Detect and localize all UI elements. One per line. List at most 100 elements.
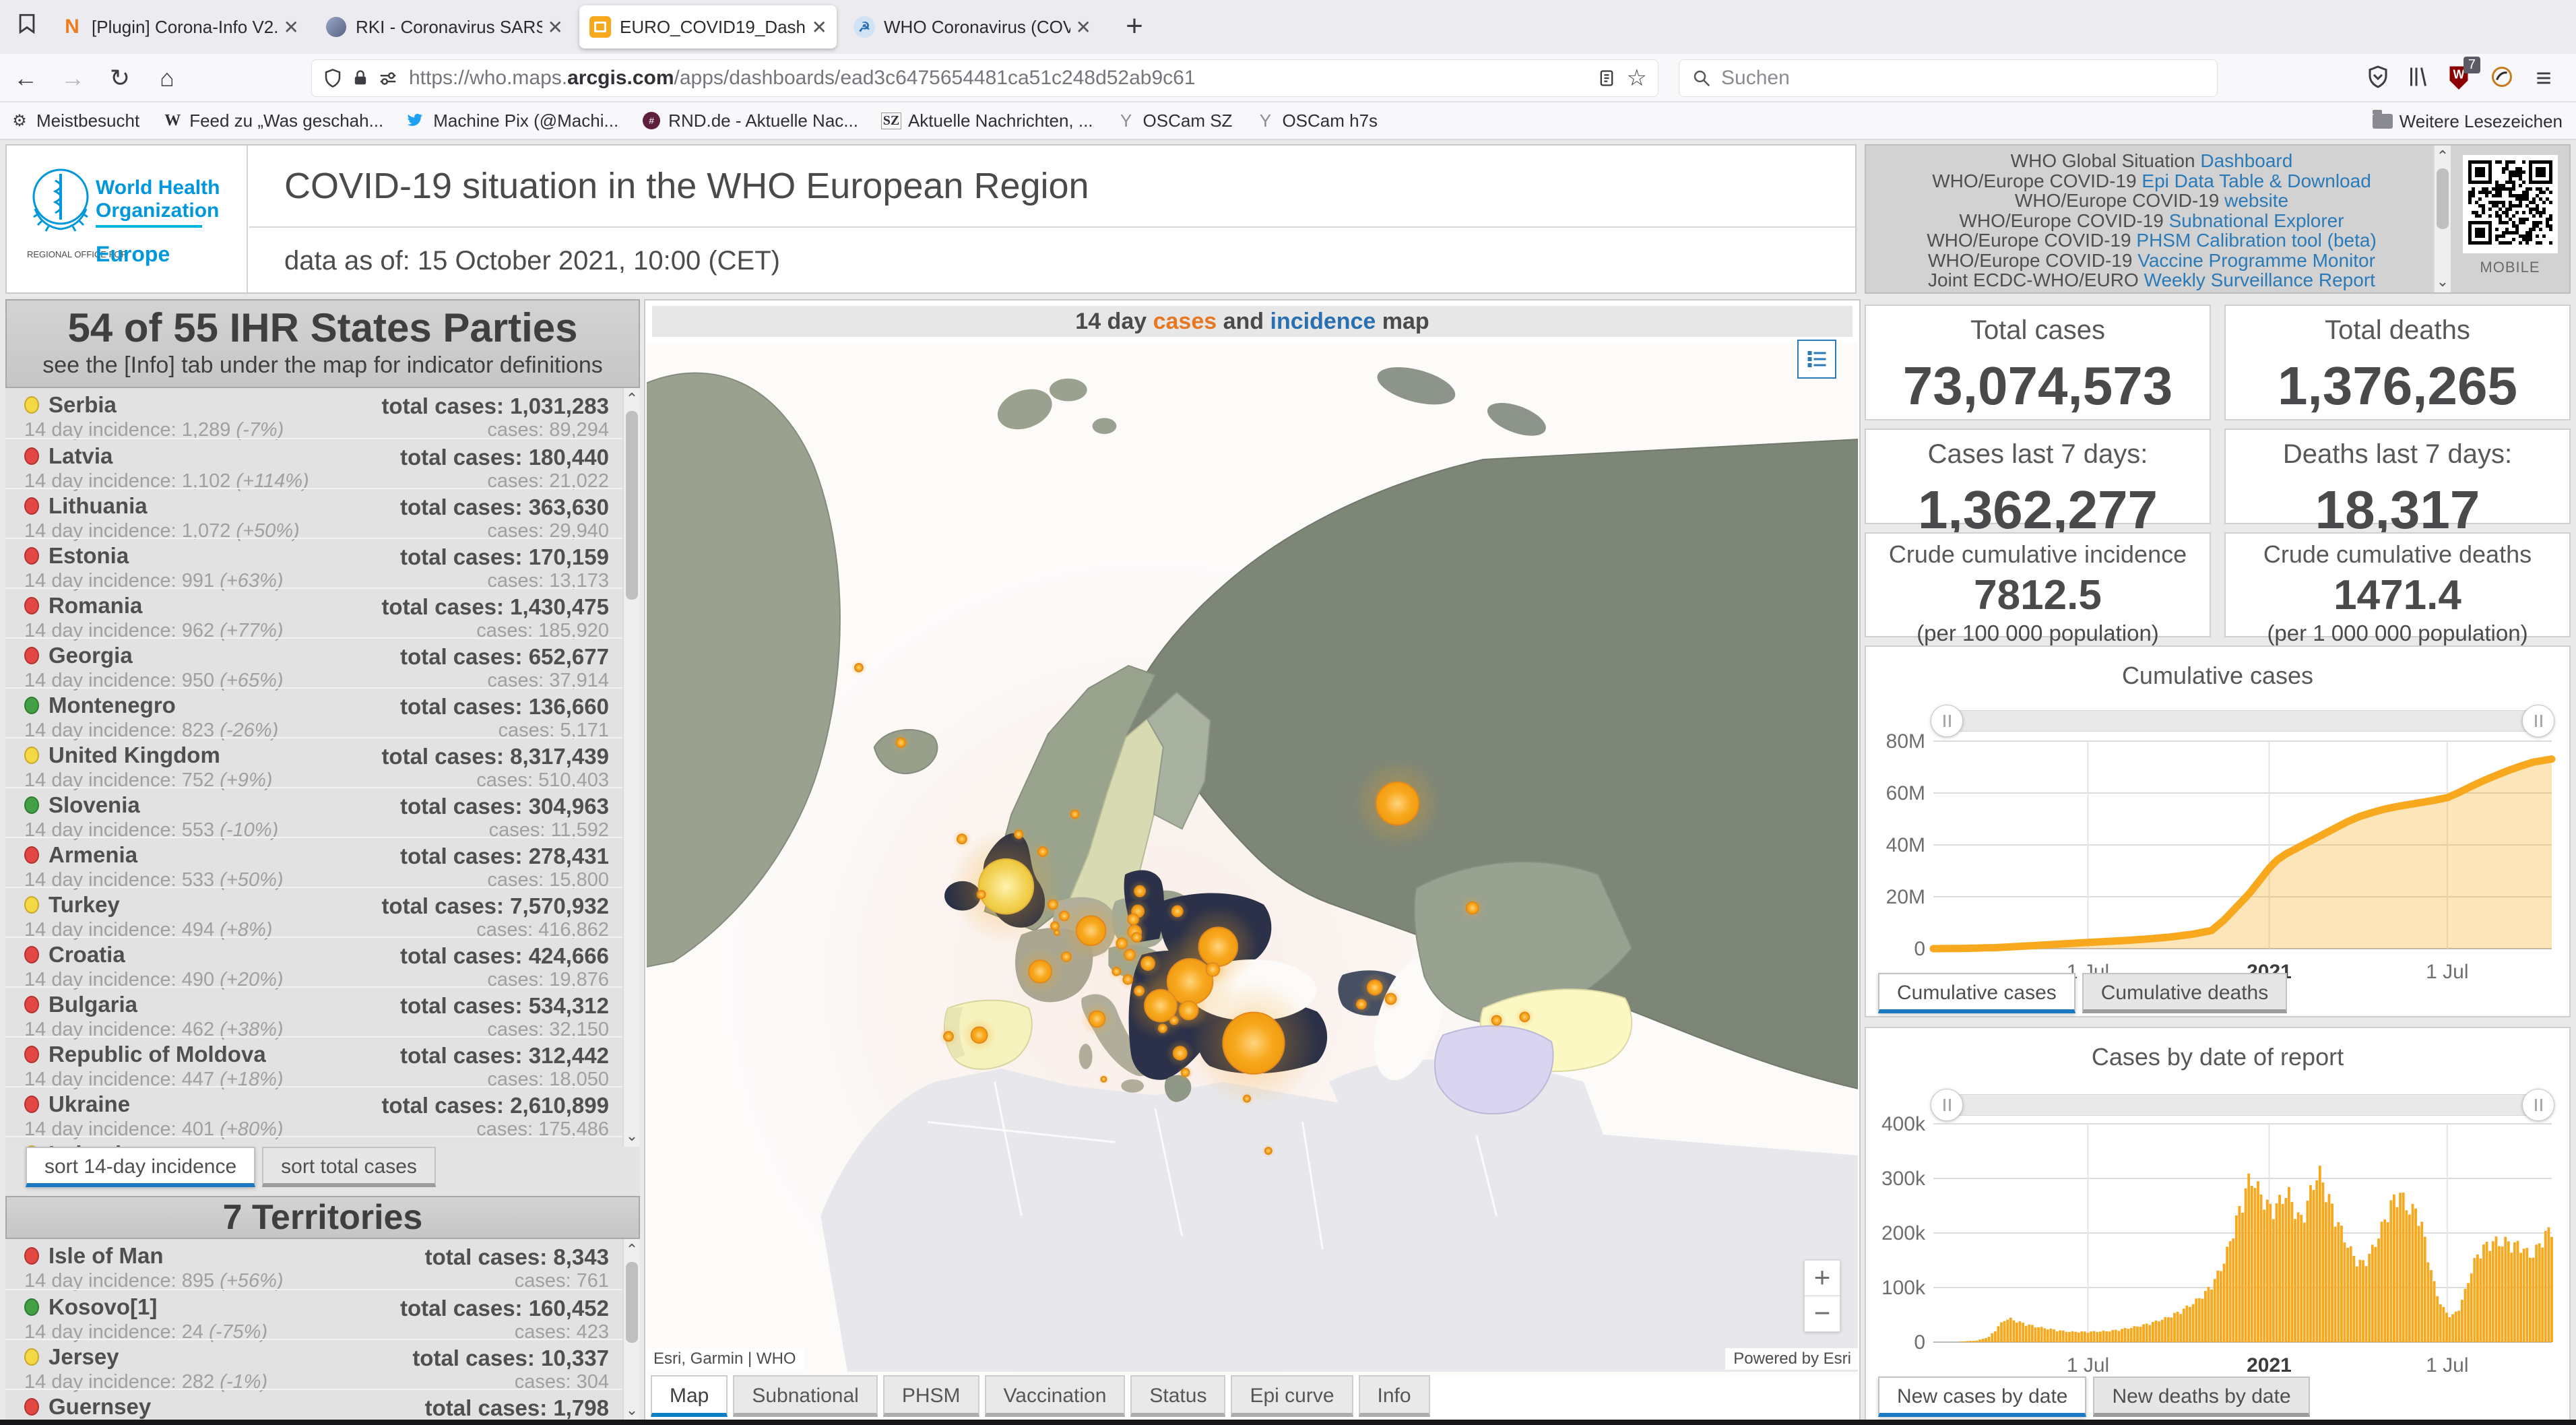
case-bubble[interactable] [1124, 949, 1135, 960]
pocket-icon[interactable] [2362, 63, 2394, 94]
case-bubble[interactable] [1062, 952, 1071, 961]
case-bubble[interactable] [1060, 911, 1069, 920]
zoom-out-button[interactable]: − [1804, 1296, 1840, 1332]
case-bubble[interactable] [1265, 1147, 1272, 1154]
scroll-down-icon[interactable]: ⌄ [624, 1399, 640, 1421]
case-bubble[interactable] [1015, 830, 1023, 838]
bookmark-item-7[interactable]: YOSCam h7s [1255, 110, 1378, 131]
map-tab-epi-curve[interactable]: Epi curve [1231, 1375, 1353, 1417]
case-bubble[interactable] [1141, 957, 1155, 970]
case-bubble[interactable] [1128, 914, 1138, 924]
more-bookmarks-button[interactable]: Weitere Lesezeichen [2373, 102, 2563, 140]
state-row[interactable]: Romania14 day incidence: 962 (+77%)total… [5, 588, 640, 637]
case-bubble[interactable] [1159, 1024, 1167, 1032]
wikipedia-extension-icon[interactable]: W 7 [2443, 63, 2475, 94]
case-bubble[interactable] [1054, 930, 1060, 935]
case-bubble[interactable] [957, 834, 967, 844]
tab-close-icon[interactable]: ✕ [812, 16, 827, 38]
tab-close-icon[interactable]: ✕ [548, 16, 563, 38]
browser-tab-3[interactable]: EURO_COVID19_Dashboard - P✕ [579, 5, 837, 49]
case-bubble[interactable] [1071, 810, 1079, 818]
territory-row[interactable]: Isle of Man14 day incidence: 895 (+56%)t… [5, 1239, 640, 1289]
case-bubble[interactable] [944, 1032, 953, 1041]
forward-button[interactable]: → [57, 62, 89, 94]
case-bubble[interactable] [1123, 975, 1132, 984]
case-bubble[interactable] [1520, 1012, 1529, 1021]
tracking-shield-icon[interactable] [323, 67, 343, 90]
menu-icon[interactable]: ≡ [2527, 63, 2560, 94]
zoom-in-button[interactable]: + [1804, 1260, 1840, 1296]
case-bubble[interactable] [1048, 900, 1058, 910]
firefox-view-icon[interactable] [12, 12, 42, 42]
case-bubble[interactable] [1134, 986, 1144, 996]
case-bubble[interactable] [1386, 994, 1396, 1005]
map-tab-phsm[interactable]: PHSM [883, 1375, 979, 1417]
scroll-down-icon[interactable]: ⌄ [624, 1125, 640, 1147]
new-tab-button[interactable]: + [1117, 9, 1152, 43]
resource-link[interactable]: website [2224, 190, 2288, 211]
bookmark-star-icon[interactable]: ☆ [1627, 65, 1647, 92]
case-bubble[interactable] [1170, 1016, 1178, 1024]
scroll-down-icon[interactable]: ⌄ [2435, 271, 2451, 292]
case-bubble[interactable] [1076, 916, 1106, 945]
chart-tab-new-cases-by-date[interactable]: New cases by date [1878, 1376, 2086, 1417]
territories-scrollbar[interactable]: ⌃ ⌄ [622, 1239, 640, 1421]
permissions-icon[interactable] [378, 67, 398, 90]
browser-tab-4[interactable]: ☭WHO Coronavirus (COVID-19) D✕ [843, 5, 1101, 49]
state-row[interactable]: Serbia14 day incidence: 1,289 (-7%)total… [5, 388, 640, 438]
url-bar[interactable]: https://who.maps.arcgis.com/apps/dashboa… [311, 59, 1659, 97]
state-row[interactable]: Estonia14 day incidence: 991 (+63%)total… [5, 538, 640, 588]
states-scrollbar[interactable]: ⌃ ⌄ [622, 388, 640, 1147]
case-bubble[interactable] [1112, 968, 1120, 976]
map-tab-vaccination[interactable]: Vaccination [985, 1375, 1126, 1417]
chart-tab-cumulative-deaths[interactable]: Cumulative deaths [2082, 973, 2287, 1013]
case-bubble[interactable] [1182, 1069, 1190, 1077]
bookmark-item-2[interactable]: WFeed zu „Was geschah... [162, 110, 383, 131]
case-bubble[interactable] [1376, 782, 1419, 825]
state-row[interactable]: Croatia14 day incidence: 490 (+20%)total… [5, 937, 640, 986]
links-scrollbar[interactable]: ⌃ ⌄ [2433, 146, 2451, 292]
state-row[interactable]: Republic of Moldova14 day incidence: 447… [5, 1036, 640, 1086]
scroll-up-icon[interactable]: ⌃ [2435, 146, 2451, 167]
territory-row[interactable]: Guernseytotal cases: 1,798 [5, 1389, 640, 1421]
bookmark-item-5[interactable]: SZAktuelle Nachrichten, ... [881, 110, 1093, 131]
case-bubble[interactable] [1367, 980, 1382, 995]
home-button[interactable]: ⌂ [151, 62, 183, 94]
state-row[interactable]: Ukraine14 day incidence: 401 (+80%)total… [5, 1086, 640, 1136]
case-bubble[interactable] [1038, 847, 1048, 856]
case-bubble[interactable] [1223, 1012, 1284, 1073]
map-tab-info[interactable]: Info [1359, 1375, 1430, 1417]
url-text[interactable]: https://who.maps.arcgis.com/apps/dashboa… [409, 67, 1597, 90]
resource-link[interactable]: Dashboard [2200, 150, 2292, 171]
bookmark-item-1[interactable]: ⚙Meistbesucht [9, 110, 139, 131]
chart-tab-cumulative-cases[interactable]: Cumulative cases [1878, 973, 2075, 1013]
state-row[interactable]: Bulgaria14 day incidence: 462 (+38%)tota… [5, 986, 640, 1036]
sort-tab-2[interactable]: sort total cases [262, 1147, 436, 1187]
state-row[interactable]: United Kingdom14 day incidence: 752 (+9%… [5, 737, 640, 787]
map-tab-status[interactable]: Status [1130, 1375, 1225, 1417]
case-bubble[interactable] [979, 859, 1033, 914]
case-bubble[interactable] [1132, 932, 1141, 942]
case-bubble[interactable] [1357, 1000, 1366, 1009]
state-row[interactable]: Lithuania14 day incidence: 1,072 (+50%)t… [5, 488, 640, 538]
case-bubble[interactable] [1029, 960, 1052, 983]
search-bar[interactable]: Suchen [1679, 59, 2218, 97]
case-bubble[interactable] [1173, 1046, 1187, 1060]
case-bubble[interactable] [977, 891, 986, 899]
back-button[interactable]: ← [9, 62, 42, 94]
resource-link[interactable]: PHSM Calibration tool (beta) [2136, 230, 2376, 251]
reader-mode-icon[interactable] [1597, 67, 1616, 90]
state-row[interactable]: Armenia14 day incidence: 533 (+50%)total… [5, 837, 640, 887]
state-row[interactable]: Montenegro14 day incidence: 823 (-26%)to… [5, 687, 640, 737]
map-tab-map[interactable]: Map [651, 1375, 728, 1417]
browser-tab-2[interactable]: RKI - Coronavirus SARS-CoV-2 -✕ [315, 5, 573, 49]
chart-tab-new-deaths-by-date[interactable]: New deaths by date [2093, 1376, 2309, 1417]
scroll-up-icon[interactable]: ⌃ [624, 388, 640, 410]
legend-button[interactable] [1797, 340, 1836, 379]
lock-icon[interactable] [351, 67, 370, 90]
bookmark-item-6[interactable]: YOSCam SZ [1116, 110, 1233, 131]
library-icon[interactable] [2402, 63, 2435, 94]
map-tab-subnational[interactable]: Subnational [733, 1375, 877, 1417]
case-bubble[interactable] [897, 738, 906, 747]
territory-row[interactable]: Jersey14 day incidence: 282 (-1%)total c… [5, 1339, 640, 1389]
